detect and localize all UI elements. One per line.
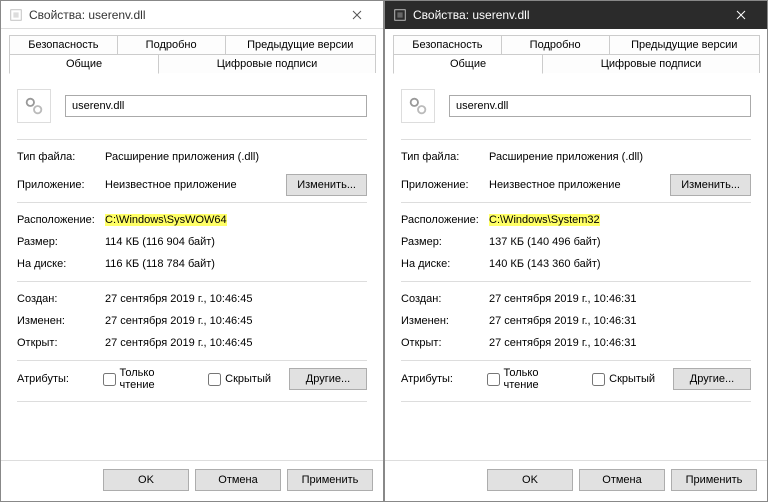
value-on-disk: 140 КБ (143 360 байт): [489, 258, 751, 270]
value-location: C:\Windows\System32: [489, 214, 600, 226]
label-attributes: Атрибуты:: [17, 373, 103, 385]
value-application: Неизвестное приложение: [489, 179, 670, 191]
tab-security[interactable]: Безопасность: [393, 35, 502, 54]
file-type-icon: [401, 89, 435, 123]
tab-details[interactable]: Подробно: [117, 35, 226, 54]
apply-button[interactable]: Применить: [671, 469, 757, 491]
window-title: Свойства: userenv.dll: [413, 8, 721, 22]
value-application: Неизвестное приложение: [105, 179, 286, 191]
value-size: 137 КБ (140 496 байт): [489, 236, 751, 248]
tab-previous-versions[interactable]: Предыдущие версии: [609, 35, 760, 54]
dialog-buttons: OK Отмена Применить: [1, 460, 383, 501]
cancel-button[interactable]: Отмена: [579, 469, 665, 491]
dialog-buttons: OK Отмена Применить: [385, 460, 767, 501]
ok-button[interactable]: OK: [103, 469, 189, 491]
value-size: 114 КБ (116 904 байт): [105, 236, 367, 248]
tab-general[interactable]: Общие: [9, 54, 159, 74]
value-created: 27 сентября 2019 г., 10:46:45: [105, 293, 367, 305]
hidden-checkbox-label[interactable]: Скрытый: [208, 373, 271, 386]
readonly-checkbox[interactable]: [103, 373, 116, 386]
change-app-button[interactable]: Изменить...: [286, 174, 367, 196]
label-location: Расположение:: [401, 214, 489, 226]
tab-previous-versions[interactable]: Предыдущие версии: [225, 35, 376, 54]
other-attributes-button[interactable]: Другие...: [289, 368, 367, 390]
readonly-checkbox-label[interactable]: Только чтение: [487, 367, 575, 391]
label-modified: Изменен:: [17, 315, 105, 327]
readonly-text: Только чтение: [504, 367, 575, 391]
cancel-button[interactable]: Отмена: [195, 469, 281, 491]
label-attributes: Атрибуты:: [401, 373, 487, 385]
window-title: Свойства: userenv.dll: [29, 8, 337, 22]
hidden-checkbox-label[interactable]: Скрытый: [592, 373, 655, 386]
tab-signatures[interactable]: Цифровые подписи: [158, 54, 376, 73]
label-application: Приложение:: [17, 179, 105, 191]
filename-input[interactable]: [449, 95, 751, 117]
tab-security[interactable]: Безопасность: [9, 35, 118, 54]
value-file-type: Расширение приложения (.dll): [489, 151, 751, 163]
close-icon: [352, 10, 362, 20]
hidden-checkbox[interactable]: [208, 373, 221, 386]
hidden-text: Скрытый: [609, 373, 655, 385]
general-panel: Тип файла:Расширение приложения (.dll) П…: [1, 73, 383, 460]
value-created: 27 сентября 2019 г., 10:46:31: [489, 293, 751, 305]
value-location: C:\Windows\SysWOW64: [105, 214, 227, 226]
value-accessed: 27 сентября 2019 г., 10:46:31: [489, 337, 751, 349]
close-button[interactable]: [337, 1, 377, 29]
close-button[interactable]: [721, 1, 761, 29]
file-type-icon: [17, 89, 51, 123]
window-icon: [9, 8, 23, 22]
properties-window-left: Свойства: userenv.dll Безопасность Подро…: [0, 0, 384, 502]
readonly-text: Только чтение: [120, 367, 191, 391]
value-modified: 27 сентября 2019 г., 10:46:31: [489, 315, 751, 327]
window-icon: [393, 8, 407, 22]
label-file-type: Тип файла:: [401, 151, 489, 163]
hidden-text: Скрытый: [225, 373, 271, 385]
label-on-disk: На диске:: [17, 258, 105, 270]
label-modified: Изменен:: [401, 315, 489, 327]
apply-button[interactable]: Применить: [287, 469, 373, 491]
label-accessed: Открыт:: [17, 337, 105, 349]
general-panel: Тип файла:Расширение приложения (.dll) П…: [385, 73, 767, 460]
value-accessed: 27 сентября 2019 г., 10:46:45: [105, 337, 367, 349]
label-location: Расположение:: [17, 214, 105, 226]
readonly-checkbox[interactable]: [487, 373, 500, 386]
tab-signatures[interactable]: Цифровые подписи: [542, 54, 760, 73]
titlebar[interactable]: Свойства: userenv.dll: [385, 1, 767, 29]
label-size: Размер:: [401, 236, 489, 248]
filename-input[interactable]: [65, 95, 367, 117]
label-file-type: Тип файла:: [17, 151, 105, 163]
tab-details[interactable]: Подробно: [501, 35, 610, 54]
close-icon: [736, 10, 746, 20]
change-app-button[interactable]: Изменить...: [670, 174, 751, 196]
value-modified: 27 сентября 2019 г., 10:46:45: [105, 315, 367, 327]
value-on-disk: 116 КБ (118 784 байт): [105, 258, 367, 270]
tab-general[interactable]: Общие: [393, 54, 543, 74]
other-attributes-button[interactable]: Другие...: [673, 368, 751, 390]
hidden-checkbox[interactable]: [592, 373, 605, 386]
label-created: Создан:: [401, 293, 489, 305]
label-created: Создан:: [17, 293, 105, 305]
titlebar[interactable]: Свойства: userenv.dll: [1, 1, 383, 29]
label-size: Размер:: [17, 236, 105, 248]
tabs: Безопасность Подробно Предыдущие версии …: [385, 29, 767, 73]
label-accessed: Открыт:: [401, 337, 489, 349]
label-application: Приложение:: [401, 179, 489, 191]
readonly-checkbox-label[interactable]: Только чтение: [103, 367, 191, 391]
value-file-type: Расширение приложения (.dll): [105, 151, 367, 163]
properties-window-right: Свойства: userenv.dll Безопасность Подро…: [384, 0, 768, 502]
label-on-disk: На диске:: [401, 258, 489, 270]
ok-button[interactable]: OK: [487, 469, 573, 491]
tabs: Безопасность Подробно Предыдущие версии …: [1, 29, 383, 73]
